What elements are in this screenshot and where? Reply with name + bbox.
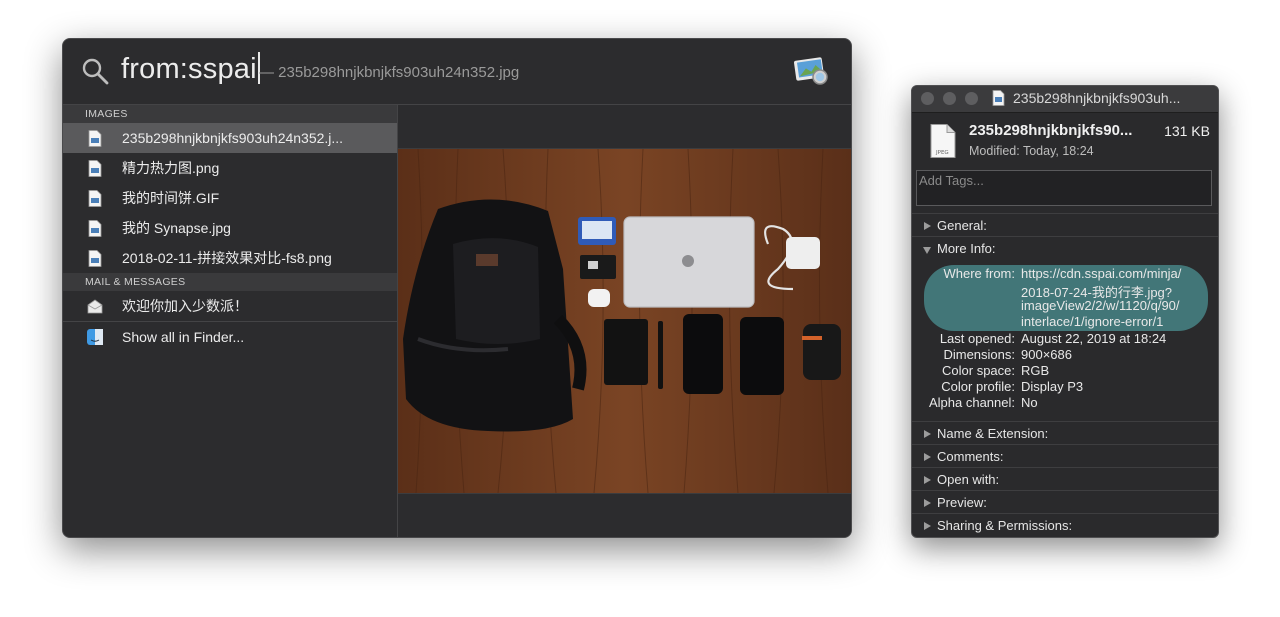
detail-value: RGB xyxy=(1021,363,1050,378)
info-titlebar[interactable]: 235b298hnjkbnjkfs903uh... xyxy=(912,86,1218,113)
where-from-value[interactable]: https://cdn.sspai.com/minja/ xyxy=(1021,266,1181,281)
section-label: Open with: xyxy=(937,472,1000,487)
image-file-icon xyxy=(88,190,102,207)
section-general-label: General: xyxy=(937,218,987,233)
tags-placeholder: Add Tags... xyxy=(919,173,984,188)
where-from-label: Where from: xyxy=(943,266,1015,281)
section-more-info[interactable]: More Info: xyxy=(912,236,1218,260)
backpack-shape xyxy=(403,199,587,432)
file-size: 131 KB xyxy=(1164,123,1210,139)
search-result-hint: — 235b298hnjkbnjkfs903uh24n352.jpg xyxy=(259,64,520,81)
result-item[interactable]: 2018-02-11-拼接效果对比-fs8.png xyxy=(63,243,397,273)
preview-bottom-border xyxy=(398,493,851,494)
jpeg-file-icon: JPEG xyxy=(930,124,956,158)
detail-value: Display P3 xyxy=(1021,379,1084,394)
tags-field[interactable]: Add Tags... xyxy=(916,170,1212,206)
show-all-in-finder[interactable]: Show all in Finder... xyxy=(63,322,397,352)
finder-icon xyxy=(87,329,103,345)
detail-label: Color profile: xyxy=(941,379,1015,394)
section-general[interactable]: General: xyxy=(912,213,1218,237)
where-from-value[interactable]: imageView2/2/w/1120/q/90/ xyxy=(1021,298,1180,313)
section-header-images: IMAGES xyxy=(63,105,397,123)
where-from-value[interactable]: interlace/1/ignore-error/1 xyxy=(1021,314,1163,329)
preview-image[interactable] xyxy=(398,149,851,493)
mail-envelope-icon xyxy=(87,299,103,314)
detail-value: 900×686 xyxy=(1021,347,1072,362)
disclosure-triangle-icon[interactable] xyxy=(924,476,931,484)
result-item-label: 我的 Synapse.jpg xyxy=(122,220,231,236)
search-icon xyxy=(82,58,109,85)
result-item-label: 2018-02-11-拼接效果对比-fs8.png xyxy=(122,250,332,266)
section-preview[interactable]: Preview: xyxy=(912,490,1218,514)
image-file-icon xyxy=(88,160,102,177)
spotlight-search-bar[interactable]: from:sspai — 235b298hnjkbnjkfs903uh24n35… xyxy=(63,39,851,104)
disclosure-triangle-icon[interactable] xyxy=(924,522,931,530)
result-item[interactable]: 精力热力图.png xyxy=(63,153,397,183)
disclosure-triangle-icon[interactable] xyxy=(924,453,931,461)
section-more-info-label: More Info: xyxy=(937,241,996,256)
section-label: Name & Extension: xyxy=(937,426,1049,441)
result-item[interactable]: 欢迎你加入少数派！ xyxy=(63,291,397,321)
get-info-window: 235b298hnjkbnjkfs903uh... JPEG 235b298hn… xyxy=(911,85,1219,538)
svg-text:JPEG: JPEG xyxy=(935,150,949,156)
file-name: 235b298hnjkbnjkfs90... xyxy=(969,122,1133,139)
section-name-extension[interactable]: Name & Extension: xyxy=(912,421,1218,445)
results-list: IMAGES 235b298hnjkbnjkfs903uh24n352.j...… xyxy=(63,105,397,537)
section-header-mail: MAIL & MESSAGES xyxy=(63,273,397,291)
disclosure-triangle-icon[interactable] xyxy=(924,222,931,230)
detail-label: Last opened: xyxy=(939,331,1015,346)
result-item-label: 精力热力图.png xyxy=(122,160,220,176)
result-item[interactable]: 235b298hnjkbnjkfs903uh24n352.j... xyxy=(63,123,397,153)
section-label: Sharing & Permissions: xyxy=(937,518,1073,533)
result-item-label: 我的时间饼.GIF xyxy=(122,190,220,206)
section-comments[interactable]: Comments: xyxy=(912,444,1218,468)
result-item[interactable]: 我的 Synapse.jpg xyxy=(63,213,397,243)
show-all-label: Show all in Finder... xyxy=(122,329,245,345)
jpeg-file-icon xyxy=(992,90,1005,106)
zoom-button[interactable] xyxy=(965,92,978,105)
detail-value: August 22, 2019 at 18:24 xyxy=(1021,331,1167,346)
close-button[interactable] xyxy=(921,92,934,105)
spotlight-window: from:sspai — 235b298hnjkbnjkfs903uh24n35… xyxy=(62,38,852,538)
detail-label: Alpha channel: xyxy=(928,395,1015,410)
disclosure-triangle-icon[interactable] xyxy=(924,430,931,438)
preview-pane xyxy=(398,105,851,537)
window-title: 235b298hnjkbnjkfs903uh... xyxy=(1013,90,1181,106)
preview-app-icon[interactable] xyxy=(793,53,829,87)
disclosure-triangle-icon[interactable] xyxy=(923,247,931,254)
section-label: Comments: xyxy=(937,449,1004,464)
search-input[interactable]: from:sspai xyxy=(121,52,260,86)
image-file-icon xyxy=(88,130,102,147)
disclosure-triangle-icon[interactable] xyxy=(924,499,931,507)
detail-label: Color space: xyxy=(942,363,1015,378)
modified-date: Modified: Today, 18:24 xyxy=(969,144,1094,158)
result-item-label: 235b298hnjkbnjkfs903uh24n352.j... xyxy=(122,130,344,146)
image-file-icon xyxy=(88,220,102,237)
section-label: Preview: xyxy=(937,495,987,510)
section-open-with[interactable]: Open with: xyxy=(912,467,1218,491)
search-query-text: from:sspai xyxy=(121,53,257,85)
result-item[interactable]: 我的时间饼.GIF xyxy=(63,183,397,213)
section-sharing-permissions[interactable]: Sharing & Permissions: xyxy=(912,513,1218,537)
image-file-icon xyxy=(88,250,102,267)
minimize-button[interactable] xyxy=(943,92,956,105)
detail-value: No xyxy=(1021,395,1038,410)
detail-label: Dimensions: xyxy=(943,347,1015,362)
result-item-label: 欢迎你加入少数派！ xyxy=(122,298,248,314)
